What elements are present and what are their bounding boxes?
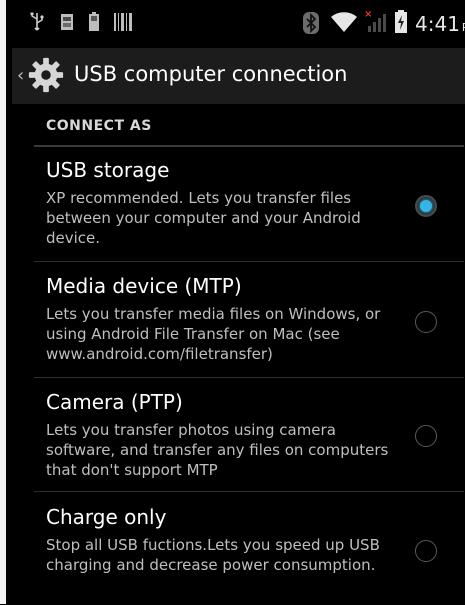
option-description: XP recommended. Lets you transfer files … xyxy=(46,189,361,247)
list-divider xyxy=(34,261,464,262)
status-bar: × 4:41PM xyxy=(12,0,465,48)
battery-charging-icon xyxy=(395,10,407,33)
bluetooth-icon xyxy=(303,12,319,34)
action-bar[interactable]: ‹ USB computer connection xyxy=(12,48,465,104)
gear-icon[interactable] xyxy=(27,56,65,94)
chevron-left-icon[interactable]: ‹ xyxy=(17,65,24,86)
option-description: Stop all USB fuctions.Lets you speed up … xyxy=(46,536,380,574)
option-title: Camera (PTP) xyxy=(46,390,183,414)
page-title: USB computer connection xyxy=(74,62,348,86)
option-usb-storage[interactable]: USB storage XP recommended. Lets you tra… xyxy=(34,158,464,258)
battery-small-icon xyxy=(89,12,99,31)
section-divider xyxy=(34,145,464,147)
option-description: Lets you transfer photos using camera so… xyxy=(46,421,389,479)
barcode-icon xyxy=(114,13,132,31)
radio-button-selected[interactable] xyxy=(415,195,437,217)
status-time: 4:41PM xyxy=(415,12,465,36)
option-title: USB storage xyxy=(46,158,170,182)
option-charge-only[interactable]: Charge only Stop all USB fuctions.Lets y… xyxy=(34,505,464,605)
option-description: Lets you transfer media files on Windows… xyxy=(46,305,381,363)
option-title: Media device (MTP) xyxy=(46,274,242,298)
option-title: Charge only xyxy=(46,505,167,529)
sdcard-icon xyxy=(61,14,73,30)
wifi-icon xyxy=(331,12,357,32)
radio-button[interactable] xyxy=(415,540,437,562)
usb-icon xyxy=(30,12,44,31)
settings-content: CONNECT AS USB storage XP recommended. L… xyxy=(12,104,465,604)
radio-button[interactable] xyxy=(415,425,437,447)
option-camera-ptp[interactable]: Camera (PTP) Lets you transfer photos us… xyxy=(34,390,464,490)
option-media-device-mtp[interactable]: Media device (MTP) Lets you transfer med… xyxy=(34,274,464,374)
list-divider xyxy=(34,377,464,378)
section-header: CONNECT AS xyxy=(46,118,152,134)
no-signal-icon: × xyxy=(364,9,386,32)
device-frame: × 4:41PM ‹ xyxy=(0,0,465,604)
svg-text:×: × xyxy=(364,9,372,20)
radio-button[interactable] xyxy=(415,311,437,333)
list-divider xyxy=(34,491,464,492)
